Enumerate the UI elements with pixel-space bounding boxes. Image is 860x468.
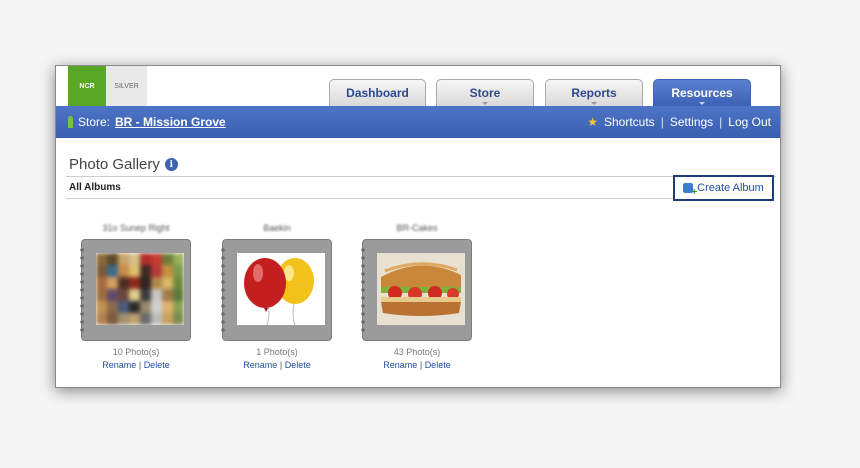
rename-link[interactable]: Rename (383, 360, 417, 370)
page-title: Photo Gallery i (69, 156, 178, 173)
silver-badge: SILVER (106, 66, 147, 106)
album-card: 31o Sunep Right 10 Photo(s) Rename | Del… (79, 223, 192, 370)
album-actions: Rename | Delete (361, 360, 473, 370)
chevron-down-icon (699, 102, 705, 105)
tab-resources[interactable]: Resources (653, 79, 751, 106)
pin-icon (68, 116, 73, 128)
album-card: Baekin 1 Photo(s) Rename | Delete (220, 223, 333, 370)
store-nav-bar: Store: BR - Mission Grove ★ Shortcuts | … (56, 106, 780, 138)
divider: | (279, 360, 283, 370)
divider: | (138, 360, 142, 370)
store-selector: Store: BR - Mission Grove (68, 115, 226, 129)
tab-dashboard[interactable]: Dashboard (329, 79, 426, 106)
album-thumbnail (237, 253, 325, 325)
photo-count: 43 Photo(s) (393, 347, 441, 357)
photo-count: 1 Photo(s) (256, 347, 298, 357)
delete-link[interactable]: Delete (144, 360, 170, 370)
binder-rings (360, 246, 366, 334)
create-album-button[interactable]: Create Album (673, 175, 774, 201)
tab-label: Resources (671, 86, 733, 100)
create-album-label: Create Album (697, 182, 764, 194)
tab-reports[interactable]: Reports (545, 79, 643, 106)
album-actions: Rename | Delete (221, 360, 333, 370)
top-header: NCR SILVER Dashboard Store Reports Resou… (56, 66, 780, 106)
binder-rings (79, 246, 85, 334)
delete-link[interactable]: Delete (285, 360, 311, 370)
chevron-down-icon (591, 102, 597, 105)
logout-link[interactable]: Log Out (728, 115, 771, 129)
album-title: 31o Sunep Right (102, 223, 170, 233)
sandwich-image (377, 253, 465, 325)
rename-link[interactable]: Rename (243, 360, 277, 370)
chevron-down-icon (482, 102, 488, 105)
album-cover[interactable] (220, 239, 332, 341)
shortcuts-link[interactable]: Shortcuts (604, 115, 655, 129)
album-card: BR-Cakes 43 Photo(s) Rename | Delete (360, 223, 473, 370)
rename-link[interactable]: Rename (102, 360, 136, 370)
store-name-link[interactable]: BR - Mission Grove (115, 115, 226, 129)
section-heading: All Albums (69, 182, 121, 193)
tab-label: Store (469, 86, 501, 100)
tab-label: Reports (571, 86, 617, 100)
delete-link[interactable]: Delete (425, 360, 451, 370)
settings-link[interactable]: Settings (670, 115, 713, 129)
photo-count: 10 Photo(s) (112, 347, 160, 357)
album-title: Baekin (263, 223, 291, 233)
divider (66, 198, 676, 199)
store-label: Store: (78, 115, 111, 129)
tab-store[interactable]: Store (436, 79, 534, 106)
page-title-text: Photo Gallery (69, 156, 160, 173)
album-cover[interactable] (360, 239, 472, 341)
album-cover[interactable] (79, 239, 191, 341)
tab-label: Dashboard (346, 86, 409, 100)
album-title: BR-Cakes (396, 223, 438, 233)
album-thumbnail (96, 253, 184, 325)
album-thumbnail (377, 253, 465, 325)
ncr-logo: NCR (68, 66, 106, 106)
divider: | (419, 360, 423, 370)
divider: | (660, 115, 664, 129)
album-actions: Rename | Delete (80, 360, 192, 370)
user-nav: ★ Shortcuts | Settings | Log Out (587, 115, 771, 129)
app-window: NCR SILVER Dashboard Store Reports Resou… (55, 65, 781, 388)
create-album-icon (683, 183, 697, 198)
binder-rings (220, 246, 226, 334)
divider (66, 176, 776, 177)
info-icon[interactable]: i (164, 158, 178, 171)
balloons-image (237, 253, 325, 325)
star-icon: ★ (587, 115, 598, 129)
divider: | (719, 115, 723, 129)
